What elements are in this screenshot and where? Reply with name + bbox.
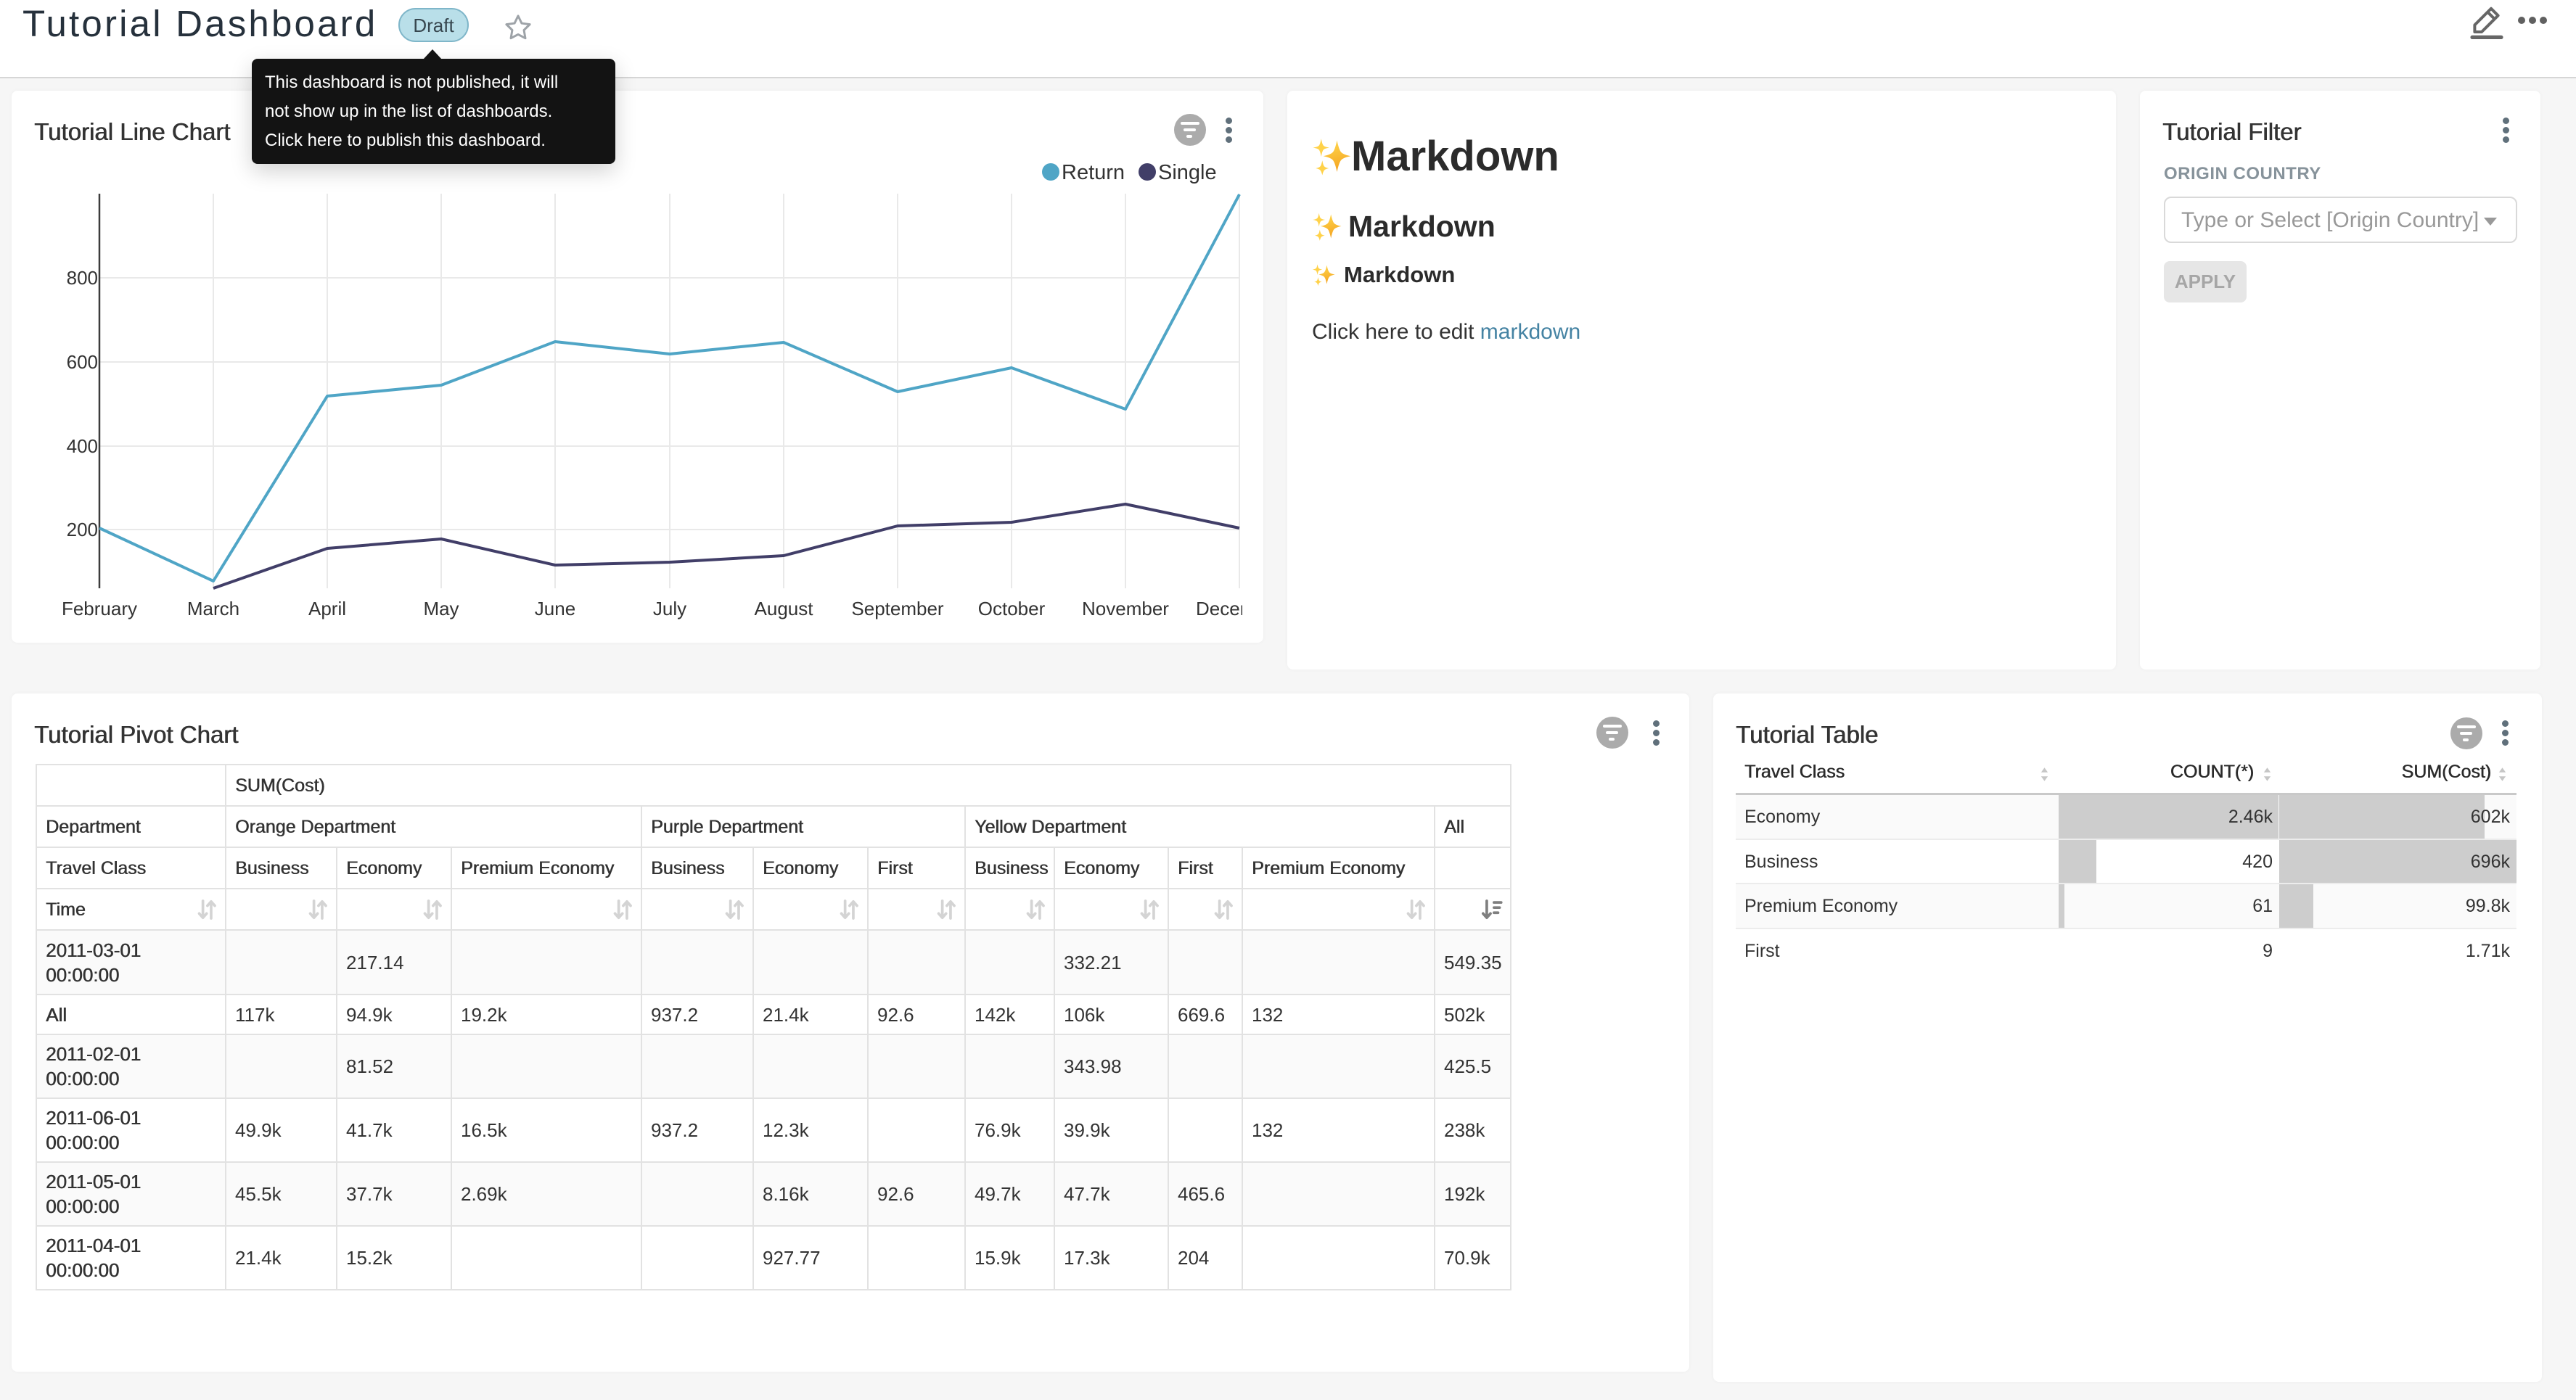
svg-text:400: 400 bbox=[67, 435, 98, 457]
svg-text:June: June bbox=[535, 598, 575, 619]
svg-text:April: April bbox=[308, 598, 346, 619]
svg-text:May: May bbox=[423, 598, 459, 619]
svg-text:Return: Return bbox=[1062, 161, 1125, 184]
svg-text:Single: Single bbox=[1158, 161, 1217, 184]
svg-text:October: October bbox=[978, 598, 1046, 619]
svg-text:August: August bbox=[755, 598, 814, 619]
svg-text:September: September bbox=[851, 598, 944, 619]
svg-text:200: 200 bbox=[67, 519, 98, 540]
svg-text:800: 800 bbox=[67, 267, 98, 289]
svg-text:February: February bbox=[62, 598, 137, 619]
svg-text:November: November bbox=[1082, 598, 1169, 619]
svg-text:600: 600 bbox=[67, 351, 98, 373]
svg-text:March: March bbox=[187, 598, 239, 619]
svg-text:July: July bbox=[653, 598, 686, 619]
